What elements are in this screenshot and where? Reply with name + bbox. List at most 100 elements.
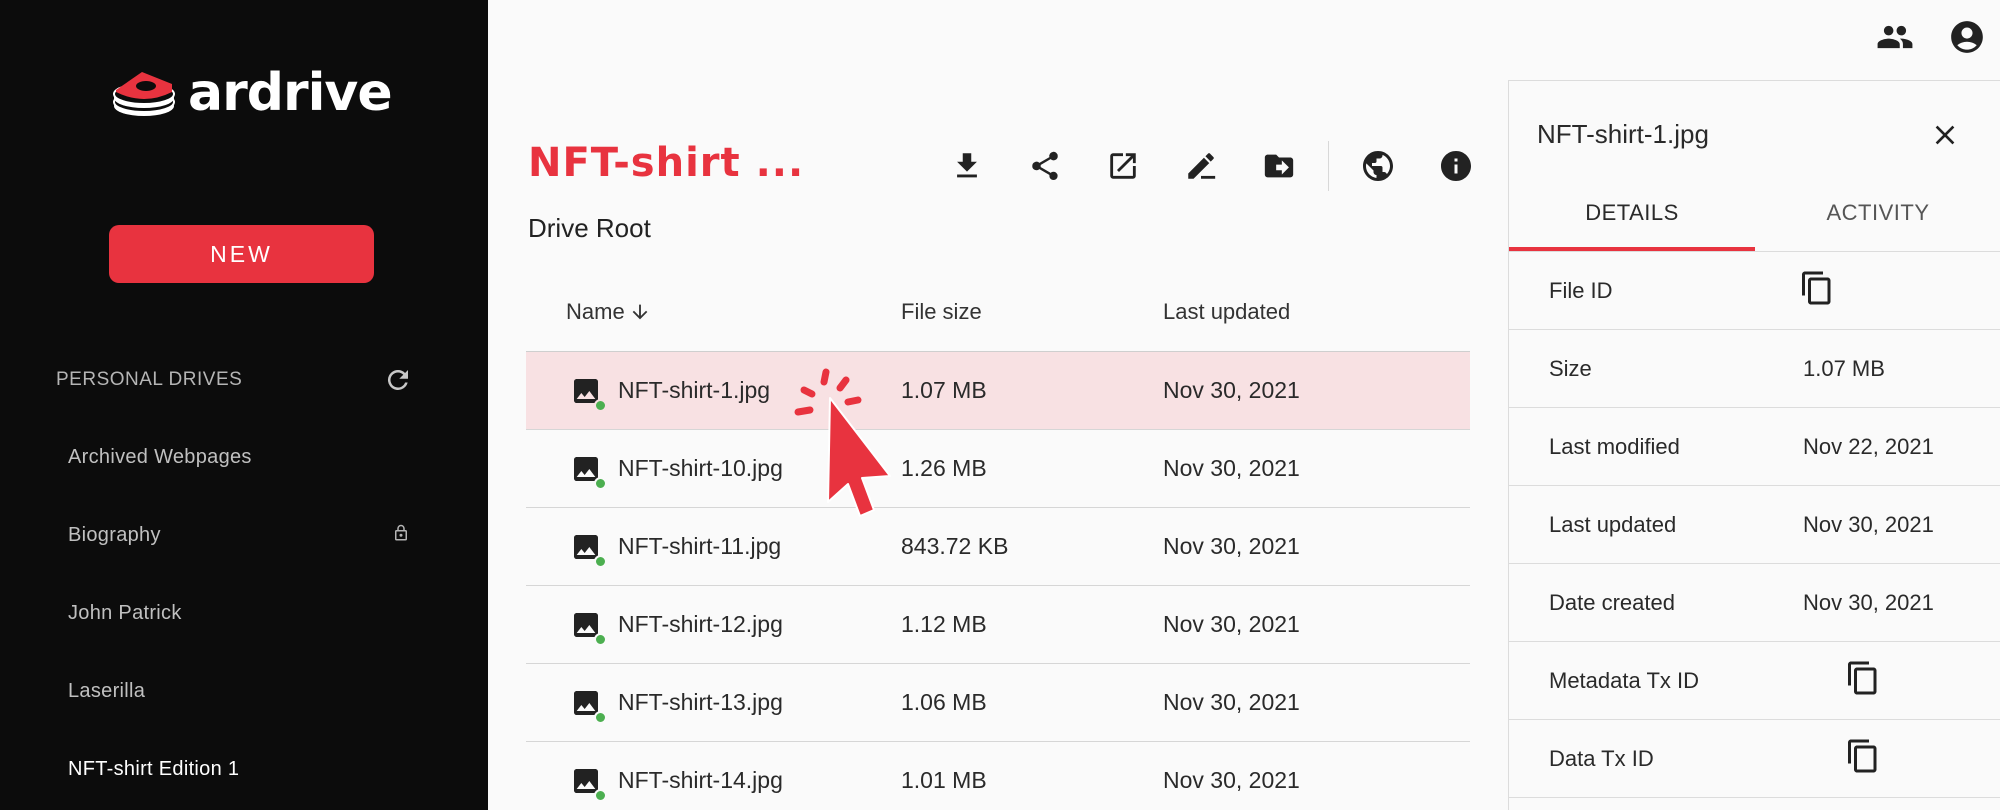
- copy-icon[interactable]: [1845, 659, 1881, 697]
- detail-value: 1.07 MB: [1803, 355, 1885, 381]
- image-file-icon: [570, 687, 607, 724]
- table-row[interactable]: NFT-shirt-12.jpg 1.12 MB Nov 30, 2021: [526, 586, 1470, 664]
- synced-status-dot: [594, 398, 607, 412]
- cell-name: NFT-shirt-14.jpg: [526, 765, 901, 802]
- file-name: NFT-shirt-11.jpg: [618, 533, 782, 559]
- drive-label: NFT-shirt Edition 1: [68, 757, 240, 780]
- detail-label: Last updated: [1549, 511, 1677, 537]
- detail-row-metadata-tx-id: Metadata Tx ID: [1509, 642, 2000, 720]
- people-icon[interactable]: [1874, 16, 1916, 58]
- drive-item-biography[interactable]: Biography: [0, 496, 488, 574]
- share-icon[interactable]: [1006, 140, 1084, 192]
- detail-row-data-tx-id: Data Tx ID: [1509, 720, 2000, 798]
- cell-name: NFT-shirt-12.jpg: [526, 609, 901, 646]
- tab-activity[interactable]: ACTIVITY: [1755, 185, 2000, 241]
- globe-icon[interactable]: [1339, 140, 1417, 192]
- table-row[interactable]: NFT-shirt-1.jpg 1.07 MB Nov 30, 2021: [526, 352, 1470, 430]
- refresh-icon[interactable]: [380, 362, 416, 398]
- detail-label: Metadata Tx ID: [1549, 667, 1699, 693]
- image-file-icon: [570, 453, 607, 490]
- file-toolbar: [928, 140, 1495, 192]
- detail-value: Nov 30, 2021: [1803, 511, 1934, 537]
- toolbar-divider: [1328, 141, 1329, 191]
- detail-label: Date created: [1549, 589, 1675, 615]
- drive-item-nft-shirt-edition-1[interactable]: NFT-shirt Edition 1: [0, 730, 488, 808]
- close-icon[interactable]: [1923, 113, 1967, 157]
- detail-label: Size: [1549, 355, 1592, 381]
- synced-status-dot: [594, 476, 607, 490]
- table-header: Name File size Last updated: [526, 272, 1470, 352]
- detail-row-last-modified: Last modified Nov 22, 2021: [1509, 408, 2000, 486]
- detail-label: Last modified: [1549, 433, 1680, 459]
- file-size: 1.07 MB: [901, 377, 987, 403]
- download-icon[interactable]: [928, 140, 1006, 192]
- copy-file-id[interactable]: [1802, 269, 2000, 313]
- file-name: NFT-shirt-12.jpg: [618, 611, 783, 637]
- file-size: 1.12 MB: [901, 611, 987, 637]
- file-name: NFT-shirt-13.jpg: [618, 689, 783, 715]
- cell-name: NFT-shirt-11.jpg: [526, 531, 901, 568]
- details-title: NFT-shirt-1.jpg: [1537, 119, 1709, 149]
- drive-title: NFT-shirt ...: [528, 140, 805, 186]
- detail-value: Nov 22, 2021: [1803, 433, 1934, 459]
- column-header-size[interactable]: File size: [901, 299, 1163, 325]
- copy-data-tx-id[interactable]: [1803, 737, 2000, 781]
- logo-text: ardrive: [188, 63, 393, 123]
- personal-drives-label: PERSONAL DRIVES: [56, 369, 243, 390]
- detail-label: Data Tx ID: [1549, 745, 1654, 771]
- breadcrumb[interactable]: Drive Root: [528, 213, 651, 244]
- file-table: Name File size Last updated NFT-shirt-1.…: [526, 272, 1470, 810]
- drive-item-laserilla[interactable]: Laserilla: [0, 652, 488, 730]
- copy-icon[interactable]: [1799, 269, 1835, 307]
- image-file-icon: [570, 375, 607, 412]
- column-header-name-label: Name: [566, 298, 625, 324]
- file-name: NFT-shirt-1.jpg: [618, 377, 771, 403]
- copy-metadata-tx-id[interactable]: [1803, 659, 2000, 703]
- drive-list: Archived Webpages Biography John Patrick…: [0, 418, 488, 808]
- column-header-name[interactable]: Name: [526, 299, 901, 325]
- file-updated: Nov 30, 2021: [1163, 611, 1300, 637]
- new-button[interactable]: NEW: [109, 225, 374, 283]
- drive-item-archived-webpages[interactable]: Archived Webpages: [0, 418, 488, 496]
- file-updated: Nov 30, 2021: [1163, 455, 1300, 481]
- table-row[interactable]: NFT-shirt-11.jpg 843.72 KB Nov 30, 2021: [526, 508, 1470, 586]
- cell-name: NFT-shirt-13.jpg: [526, 687, 901, 724]
- drive-label: Archived Webpages: [68, 445, 252, 468]
- rename-icon[interactable]: [1162, 140, 1240, 192]
- synced-status-dot: [594, 632, 607, 646]
- tab-details[interactable]: DETAILS: [1509, 185, 1755, 241]
- detail-rows: File ID Size 1.07 MB Last modified Nov 2…: [1509, 252, 2000, 798]
- drive-item-john-patrick[interactable]: John Patrick: [0, 574, 488, 652]
- synced-status-dot: [594, 788, 607, 802]
- move-folder-icon[interactable]: [1240, 140, 1318, 192]
- drive-label: Biography: [68, 523, 161, 546]
- detail-value: Nov 30, 2021: [1803, 589, 1934, 615]
- table-row[interactable]: NFT-shirt-13.jpg 1.06 MB Nov 30, 2021: [526, 664, 1470, 742]
- detail-row-last-updated: Last updated Nov 30, 2021: [1509, 486, 2000, 564]
- ardrive-logo[interactable]: ardrive: [112, 63, 393, 123]
- main-content: NFT-shirt ... Drive Root Name File size …: [488, 0, 1508, 810]
- ardrive-logo-icon: [113, 72, 175, 116]
- file-name: NFT-shirt-14.jpg: [618, 767, 783, 793]
- file-name: NFT-shirt-10.jpg: [618, 455, 783, 481]
- file-size: 1.26 MB: [901, 455, 987, 481]
- detail-label: File ID: [1549, 277, 1613, 303]
- lock-icon: [392, 523, 410, 548]
- drive-label: Laserilla: [68, 679, 146, 702]
- table-row[interactable]: NFT-shirt-14.jpg 1.01 MB Nov 30, 2021: [526, 742, 1470, 810]
- synced-status-dot: [594, 710, 607, 724]
- personal-drives-header: PERSONAL DRIVES: [56, 362, 416, 398]
- account-circle-icon[interactable]: [1946, 16, 1988, 58]
- open-in-new-icon[interactable]: [1084, 140, 1162, 192]
- copy-icon[interactable]: [1845, 737, 1881, 775]
- synced-status-dot: [594, 554, 607, 568]
- detail-row-size: Size 1.07 MB: [1509, 330, 2000, 408]
- image-file-icon: [570, 609, 607, 646]
- image-file-icon: [570, 531, 607, 568]
- file-updated: Nov 30, 2021: [1163, 533, 1300, 559]
- table-row[interactable]: NFT-shirt-10.jpg 1.26 MB Nov 30, 2021: [526, 430, 1470, 508]
- info-icon[interactable]: [1417, 140, 1495, 192]
- drive-label: John Patrick: [68, 601, 182, 624]
- column-header-updated[interactable]: Last updated: [1163, 299, 1470, 325]
- detail-row-file-id: File ID: [1509, 252, 2000, 330]
